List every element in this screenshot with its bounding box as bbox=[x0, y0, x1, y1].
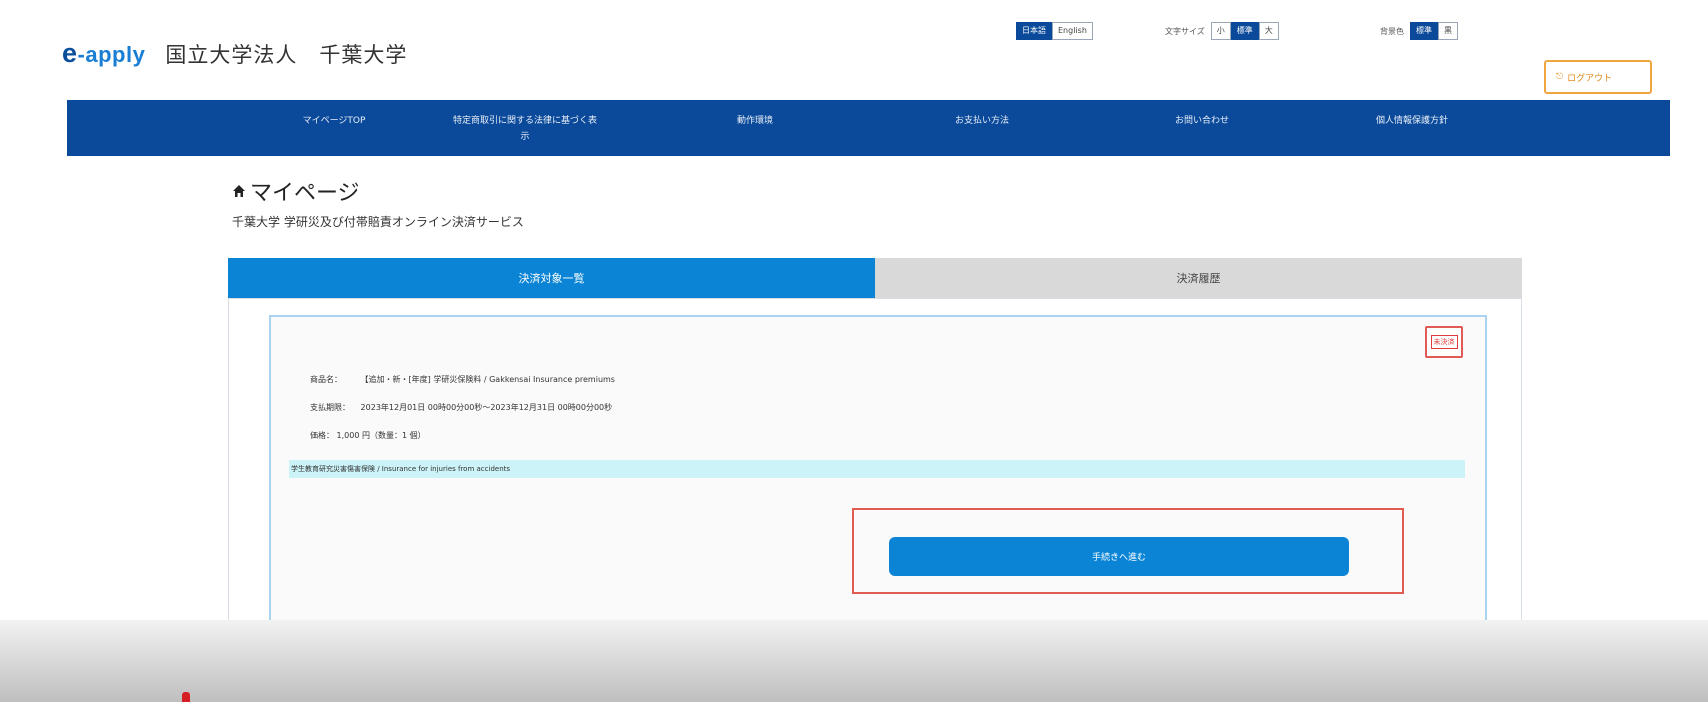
font-size-large-button[interactable]: 大 bbox=[1258, 22, 1279, 40]
logout-button[interactable]: ⎋ ログアウト bbox=[1544, 60, 1652, 94]
product-label: 商品名： bbox=[310, 375, 342, 384]
home-icon bbox=[233, 185, 245, 197]
proceed-button[interactable]: 手続きへ進む bbox=[889, 537, 1349, 576]
logout-label: ログアウト bbox=[1567, 73, 1613, 84]
font-size-label: 文字サイズ bbox=[1165, 26, 1205, 36]
color-label: 背景色 bbox=[1380, 26, 1404, 36]
tab-bar: 決済対象一覧 決済履歴 bbox=[228, 258, 1522, 298]
font-size-small-button[interactable]: 小 bbox=[1210, 22, 1231, 40]
university-name: 国立大学法人 千葉大学 bbox=[165, 43, 408, 67]
status-badge: 未決済 bbox=[1430, 335, 1458, 349]
nav-item-mypage-top[interactable]: マイページTOP bbox=[289, 113, 379, 129]
site-logo[interactable]: e-apply 国立大学法人 千葉大学 bbox=[62, 38, 407, 69]
nav-item-legal-notice[interactable]: 特定商取引に関する法律に基づく表示 bbox=[450, 113, 600, 145]
insurance-note: 学生教育研究災害傷害保険 / Insurance for injuries fr… bbox=[289, 460, 1465, 478]
main-nav: マイページTOP 特定商取引に関する法律に基づく表示 動作環境 お支払い方法 お… bbox=[67, 100, 1670, 156]
period-row: 支払期限： 2023年12月01日 00時00分00秒～2023年12月31日 … bbox=[310, 402, 612, 413]
period-value: 2023年12月01日 00時00分00秒～2023年12月31日 00時00分… bbox=[360, 403, 613, 412]
nav-item-privacy-policy[interactable]: 個人情報保護方針 bbox=[1357, 113, 1467, 129]
eapply-logo: e-apply bbox=[62, 38, 146, 68]
page-header: マイページ 千葉大学 学研災及び付帯賠責オンライン決済サービス bbox=[232, 175, 524, 230]
color-black-button[interactable]: 黒 bbox=[1438, 22, 1458, 40]
color-standard-button[interactable]: 標準 bbox=[1410, 22, 1438, 40]
red-marker bbox=[182, 692, 190, 702]
price-row: 価格： 1,000 円（数量：1 個） bbox=[310, 430, 426, 441]
font-size-control: 文字サイズ 小 標準 大 bbox=[1165, 22, 1279, 40]
logout-icon: ⎋ bbox=[1556, 72, 1564, 82]
tab-payment-history[interactable]: 決済履歴 bbox=[875, 258, 1522, 298]
product-row: 商品名： 【追加・新・[年度] 学研災保険料 / Gakkensai Insur… bbox=[310, 374, 615, 385]
language-switch: 日本語 English bbox=[1016, 22, 1093, 40]
color-control: 背景色 標準 黒 bbox=[1380, 22, 1458, 40]
status-badge-frame: 未決済 bbox=[1425, 326, 1463, 358]
page-subtitle: 千葉大学 学研災及び付帯賠責オンライン決済サービス bbox=[232, 215, 524, 229]
font-size-standard-button[interactable]: 標準 bbox=[1230, 22, 1259, 40]
nav-item-contact[interactable]: お問い合わせ bbox=[1157, 113, 1247, 129]
period-label: 支払期限： bbox=[310, 403, 350, 412]
lang-japanese-button[interactable]: 日本語 bbox=[1016, 22, 1052, 40]
page-title-text: マイページ bbox=[250, 181, 360, 206]
price-label: 価格： bbox=[310, 431, 334, 440]
tab-payment-targets[interactable]: 決済対象一覧 bbox=[228, 258, 875, 298]
page-title: マイページ bbox=[232, 175, 524, 207]
nav-item-environment[interactable]: 動作環境 bbox=[720, 113, 790, 129]
bottom-overlay bbox=[0, 620, 1708, 702]
price-value: 1,000 円（数量：1 個） bbox=[336, 431, 426, 440]
nav-item-payment-method[interactable]: お支払い方法 bbox=[937, 113, 1027, 129]
product-value: 【追加・新・[年度] 学研災保険料 / Gakkensai Insurance … bbox=[360, 375, 615, 384]
lang-english-button[interactable]: English bbox=[1052, 22, 1093, 40]
